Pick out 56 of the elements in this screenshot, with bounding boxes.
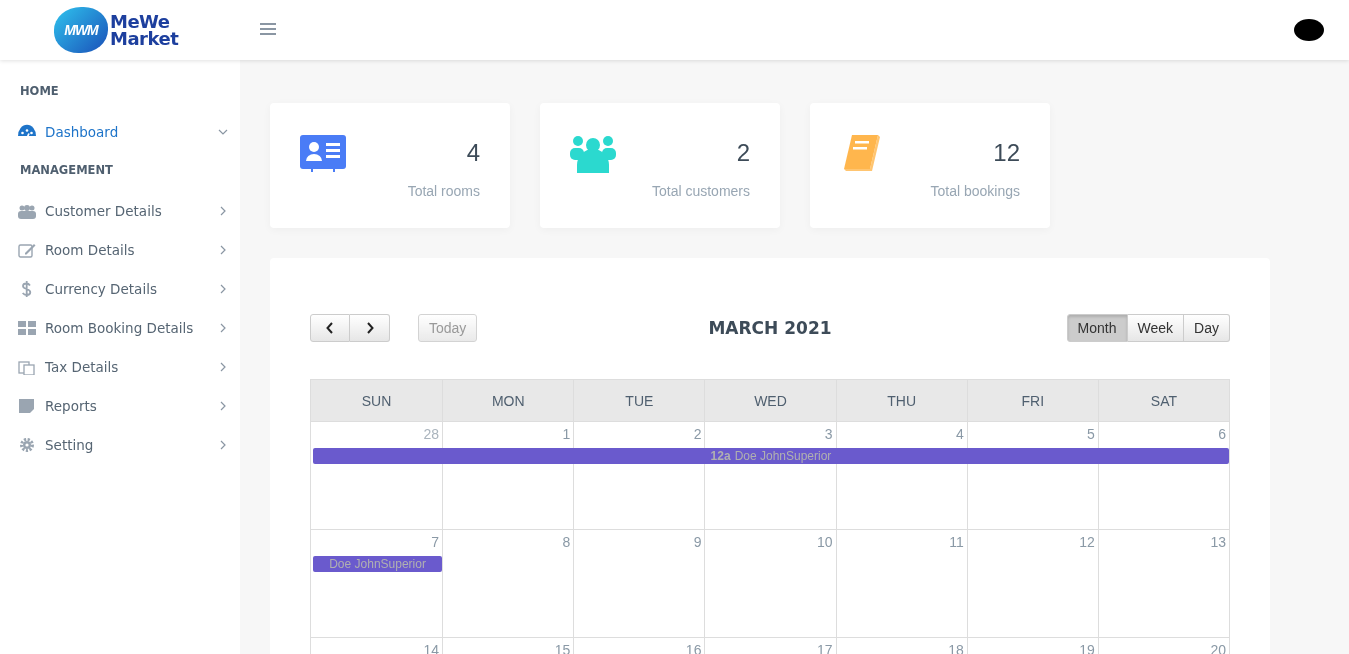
day-number: 1 (561, 425, 572, 444)
weekday-header: WED (704, 380, 836, 421)
weekday-header: THU (835, 380, 967, 421)
logo-mark: MWM (54, 7, 108, 53)
day-number: 6 (1217, 425, 1227, 444)
day-number: 10 (816, 533, 834, 552)
grid-icon (18, 319, 36, 336)
day-number: 13 (1209, 533, 1227, 552)
weekday-header: MON (442, 380, 574, 421)
stat-label: Total customers (651, 183, 750, 199)
day-number: 9 (692, 533, 703, 552)
day-number: 8 (561, 533, 572, 552)
chevron-left-icon (326, 322, 334, 334)
calendar-title: MARCH 2021 (708, 318, 832, 338)
users-icon (18, 202, 36, 219)
logo-text: MeWe (110, 13, 170, 30)
stat-label: Total bookings (930, 183, 1020, 199)
sidebar-item[interactable]: Tax Details (0, 347, 240, 386)
sidebar-item[interactable]: Currency Details (0, 269, 240, 308)
day-number: 2 (692, 425, 703, 444)
stat-label: Total rooms (407, 183, 480, 199)
sidebar-item[interactable]: Room Booking Details (0, 308, 240, 347)
day-number: 11 (948, 533, 965, 552)
chevron-right-icon (365, 322, 374, 334)
day-number: 28 (422, 425, 441, 444)
avatar[interactable] (1294, 19, 1324, 41)
day-number: 3 (823, 425, 834, 444)
section-heading: HOME (19, 83, 60, 100)
weekday-header: FRI (966, 380, 1098, 421)
view-tab[interactable]: Day (1184, 314, 1230, 342)
day-number: 7 (430, 533, 441, 552)
stat-value: 12 (993, 139, 1020, 167)
copy-icon (18, 358, 36, 375)
sidebar-item[interactable]: Setting (0, 425, 240, 464)
edit-icon (18, 241, 36, 258)
view-tab[interactable]: Month (1066, 314, 1128, 342)
gear-icon (18, 436, 36, 453)
next-button[interactable] (350, 314, 390, 342)
weekday-header: SAT (1097, 380, 1229, 421)
sidebar-item[interactable]: Room Details (0, 230, 240, 269)
sidebar-item[interactable]: Reports (0, 386, 240, 425)
sidebar-item[interactable]: Customer Details (0, 191, 240, 230)
previous-button[interactable] (310, 314, 350, 342)
menu-icon (260, 22, 276, 35)
stat-value: 2 (736, 139, 750, 167)
day-number: 5 (1086, 425, 1096, 444)
stat-value: 4 (466, 139, 480, 167)
section-heading: MANAGEMENT (19, 162, 114, 179)
day-number: 4 (954, 425, 965, 444)
logo-text: Market (110, 30, 179, 47)
weekday-header: TUE (573, 380, 705, 421)
day-number: 12 (1078, 533, 1096, 552)
note-icon (18, 397, 36, 414)
sidebar-item[interactable]: Dashboard (0, 112, 240, 151)
weekday-header: SUN (360, 391, 393, 411)
view-tab[interactable]: Week (1127, 314, 1185, 342)
